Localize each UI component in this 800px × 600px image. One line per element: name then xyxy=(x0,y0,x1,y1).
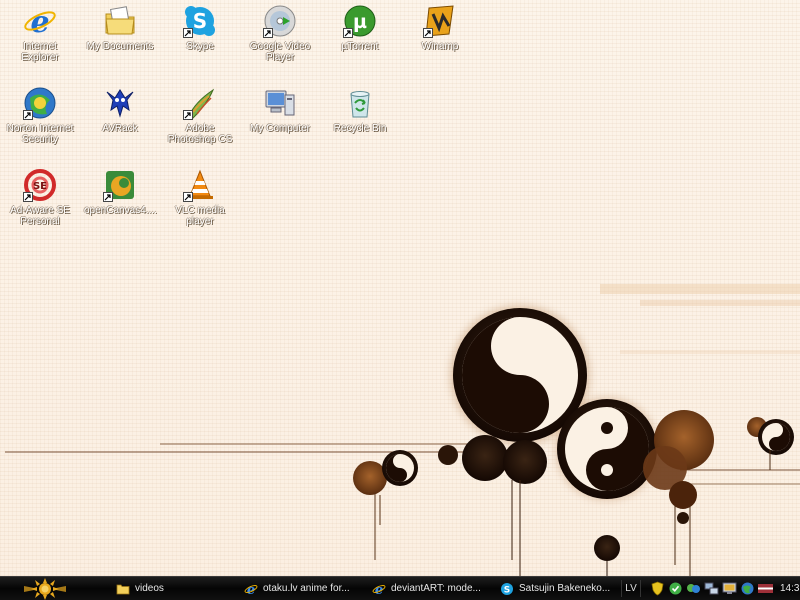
shortcut-arrow-icon xyxy=(23,110,33,120)
vlc-icon xyxy=(183,168,217,202)
desktop-icon-label: Ad-Aware SE Personal xyxy=(10,205,70,227)
desktop-icon-label: µTorrent xyxy=(341,41,379,52)
svg-text:S: S xyxy=(504,585,510,595)
svg-text:e: e xyxy=(375,583,383,596)
monitor-tray-icon[interactable] xyxy=(722,581,737,596)
taskbar-button-skype-chat[interactable]: S Satsujin Bakeneko... xyxy=(496,579,618,598)
desktop-icon-norton-internet-security[interactable]: Norton Internet Security xyxy=(2,84,78,145)
shortcut-arrow-icon xyxy=(423,28,433,38)
desktop-icon-label: Norton Internet Security xyxy=(6,123,74,145)
desktop-icon-label: My Documents xyxy=(86,41,154,52)
utorrent-icon: µ xyxy=(343,4,377,38)
shortcut-arrow-icon xyxy=(343,28,353,38)
taskbar-button-deviantart[interactable]: e deviantART: mode... xyxy=(368,579,490,598)
skype-icon: S xyxy=(500,582,514,596)
clock[interactable]: 14:35 xyxy=(780,583,800,594)
my-computer-icon xyxy=(263,86,297,120)
taskbar-button-otaku-lv[interactable]: e otaku.lv anime for... xyxy=(240,579,362,598)
folder-icon xyxy=(116,582,130,596)
shortcut-arrow-icon xyxy=(183,110,193,120)
my-documents-icon xyxy=(103,4,137,38)
desktop-icon-my-computer[interactable]: My Computer xyxy=(242,84,318,134)
desktop-icon-internet-explorer[interactable]: e Internet Explorer xyxy=(2,2,78,63)
svg-text:µ: µ xyxy=(353,11,367,33)
avrack-icon xyxy=(103,86,137,120)
desktop-icon-utorrent[interactable]: µ µTorrent xyxy=(322,2,398,52)
svg-text:e: e xyxy=(247,583,255,596)
recycle-bin-icon xyxy=(343,86,377,120)
svg-text:SE: SE xyxy=(33,181,47,192)
sun-start-icon xyxy=(24,577,66,600)
svg-text:S: S xyxy=(193,9,207,33)
ad-aware-icon: SE xyxy=(23,168,57,202)
desktop-icon-adobe-photoshop[interactable]: Adobe Photoshop CS xyxy=(162,84,238,145)
desktop-icon-ad-aware[interactable]: SE Ad-Aware SE Personal xyxy=(2,166,78,227)
desktop-icon-label: openCanvas4.... xyxy=(84,205,157,216)
globe-tray-icon[interactable] xyxy=(740,581,755,596)
shortcut-arrow-icon xyxy=(183,192,193,202)
norton-icon xyxy=(23,86,57,120)
desktop-icon-my-documents[interactable]: My Documents xyxy=(82,2,158,52)
taskbar: videos e otaku.lv anime for... e deviant… xyxy=(0,576,800,600)
internet-explorer-icon: e xyxy=(244,582,258,596)
desktop-icon-skype[interactable]: S Skype xyxy=(162,2,238,52)
security-shield-tray-icon[interactable] xyxy=(650,581,665,596)
desktop-icon-label: Recycle Bin xyxy=(333,123,387,134)
network-tray-icon[interactable] xyxy=(704,581,719,596)
system-tray: 14:35 xyxy=(650,577,800,600)
svg-text:e: e xyxy=(30,5,49,38)
shortcut-arrow-icon xyxy=(103,192,113,202)
opencanvas-icon xyxy=(103,168,137,202)
desktop-icon-opencanvas[interactable]: openCanvas4.... xyxy=(82,166,158,216)
taskbar-button-videos[interactable]: videos xyxy=(112,579,232,598)
desktop-icon-label: Skype xyxy=(186,41,214,52)
desktop-icon-winamp[interactable]: Winamp xyxy=(402,2,478,52)
desktop-icon-label: My Computer xyxy=(249,123,310,134)
desktop-icon-label: VLC media player xyxy=(175,205,225,227)
shortcut-arrow-icon xyxy=(183,28,193,38)
taskbar-button-label: deviantART: mode... xyxy=(391,583,481,594)
taskbar-button-label: videos xyxy=(135,583,164,594)
shortcut-arrow-icon xyxy=(23,192,33,202)
google-video-player-icon xyxy=(263,4,297,38)
language-indicator[interactable]: LV xyxy=(621,580,641,597)
desktop-icon-label: Adobe Photoshop CS xyxy=(167,123,233,145)
desktop-icon-avrack[interactable]: AVRack xyxy=(82,84,158,134)
winamp-icon xyxy=(423,4,457,38)
shortcut-arrow-icon xyxy=(263,28,273,38)
start-button[interactable] xyxy=(14,577,76,600)
internet-explorer-icon: e xyxy=(372,582,386,596)
taskbar-button-label: otaku.lv anime for... xyxy=(263,583,350,594)
skype-icon: S xyxy=(183,4,217,38)
desktop-icon-label: Internet Explorer xyxy=(21,41,59,63)
desktop-icon-recycle-bin[interactable]: Recycle Bin xyxy=(322,84,398,134)
desktop-icon-vlc-media-player[interactable]: VLC media player xyxy=(162,166,238,227)
latvian-flag-tray-icon[interactable] xyxy=(758,581,773,596)
desktop-icon-label: AVRack xyxy=(102,123,138,134)
desktop-icon-google-video-player[interactable]: Google Video Player xyxy=(242,2,318,63)
internet-explorer-icon: e xyxy=(23,4,57,38)
photoshop-icon xyxy=(183,86,217,120)
desktop[interactable]: e Internet Explorer My Documents S Skype… xyxy=(0,0,800,576)
skype-tray-icon[interactable] xyxy=(668,581,683,596)
desktop-icon-label: Winamp xyxy=(421,41,459,52)
desktop-icon-label: Google Video Player xyxy=(249,41,311,63)
messenger-tray-icon[interactable] xyxy=(686,581,701,596)
taskbar-button-label: Satsujin Bakeneko... xyxy=(519,583,611,594)
